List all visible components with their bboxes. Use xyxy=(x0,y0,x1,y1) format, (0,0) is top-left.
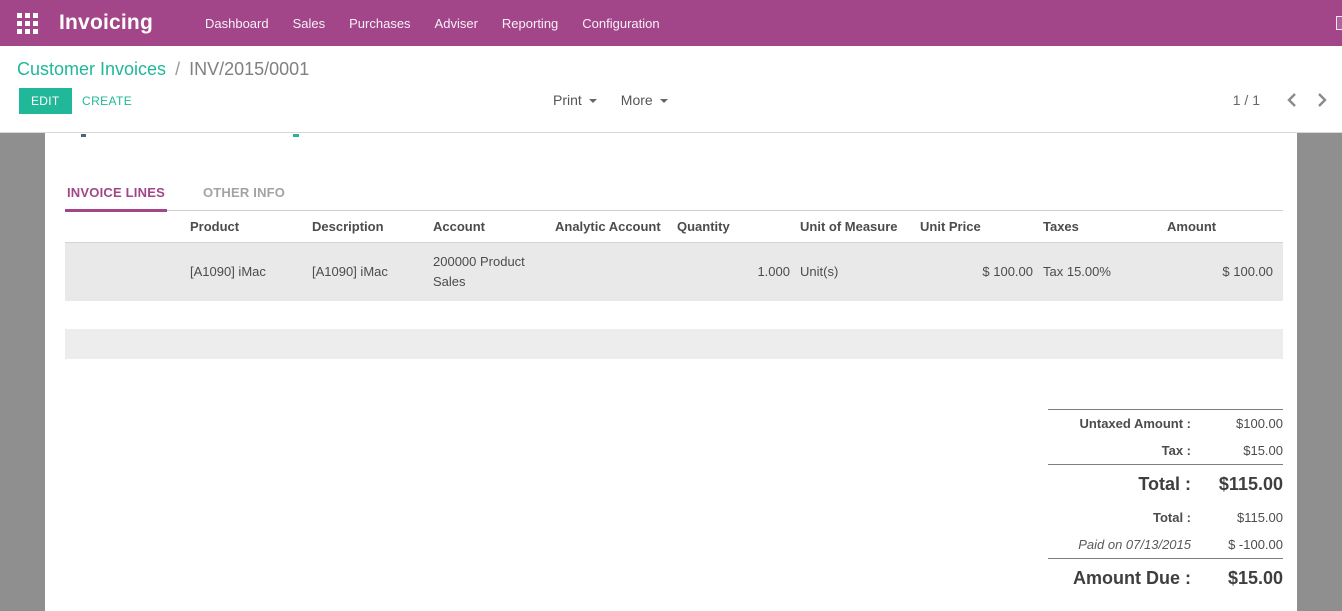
top-navbar: Invoicing Dashboard Sales Purchases Advi… xyxy=(0,0,1342,46)
column-amount: Amount xyxy=(1167,211,1283,243)
menu-reporting[interactable]: Reporting xyxy=(490,10,570,37)
amount-due-value: $15.00 xyxy=(1191,568,1283,589)
invoice-lines-table: Product Description Account Analytic Acc… xyxy=(65,211,1283,301)
column-description: Description xyxy=(312,211,433,243)
invoice-form-sheet: INVOICE LINES OTHER INFO Product Descrip… xyxy=(45,133,1297,611)
residual-total-label: Total : xyxy=(1153,510,1191,525)
breadcrumb-parent-link[interactable]: Customer Invoices xyxy=(17,59,166,79)
column-analytic-account: Analytic Account xyxy=(555,211,677,243)
column-unit-of-measure: Unit of Measure xyxy=(800,211,920,243)
menu-sales[interactable]: Sales xyxy=(281,10,338,37)
more-label: More xyxy=(621,92,653,108)
column-account: Account xyxy=(433,211,555,243)
payment-value: $ -100.00 xyxy=(1191,537,1283,552)
residual-total-value: $115.00 xyxy=(1191,510,1283,525)
amount-due-label: Amount Due : xyxy=(1073,568,1191,589)
breadcrumb-separator: / xyxy=(171,59,184,79)
pager-count: 1 / 1 xyxy=(1233,92,1260,108)
edit-button[interactable]: EDIT xyxy=(19,88,72,114)
pager: 1 / 1 xyxy=(1233,92,1328,108)
cell-taxes: Tax 15.00% xyxy=(1043,243,1167,302)
pager-next-icon[interactable] xyxy=(1317,92,1328,108)
amount-due-row: Amount Due : $15.00 xyxy=(1048,559,1283,598)
cell-amount: $ 100.00 xyxy=(1167,243,1283,302)
messages-icon[interactable] xyxy=(1336,16,1342,30)
cell-product: [A1090] iMac xyxy=(190,243,312,302)
residual-total-row: Total : $115.00 xyxy=(1048,504,1283,531)
pager-previous-icon[interactable] xyxy=(1286,92,1297,108)
cell-quantity: 1.000 xyxy=(677,243,800,302)
untaxed-amount-row: Untaxed Amount : $100.00 xyxy=(1048,410,1283,437)
caret-down-icon xyxy=(589,99,597,103)
menu-configuration[interactable]: Configuration xyxy=(570,10,671,37)
untaxed-amount-value: $100.00 xyxy=(1191,416,1283,431)
cell-account: 200000 Product Sales xyxy=(433,243,555,302)
control-panel: Customer Invoices / INV/2015/0001 EDIT C… xyxy=(0,46,1342,133)
tab-invoice-lines[interactable]: INVOICE LINES xyxy=(65,185,167,212)
column-taxes: Taxes xyxy=(1043,211,1167,243)
create-button[interactable]: CREATE xyxy=(82,94,132,108)
print-label: Print xyxy=(553,92,582,108)
clipped-field-fragment xyxy=(293,134,299,137)
cell-handle xyxy=(65,243,190,302)
cell-analytic-account xyxy=(555,243,677,302)
menu-dashboard[interactable]: Dashboard xyxy=(193,10,281,37)
tax-row: Tax : $15.00 xyxy=(1048,437,1283,464)
main-menu: Dashboard Sales Purchases Adviser Report… xyxy=(193,10,672,37)
caret-down-icon xyxy=(660,99,668,103)
notebook-tabs: INVOICE LINES OTHER INFO xyxy=(65,185,1283,211)
tax-value: $15.00 xyxy=(1191,443,1283,458)
payment-row: Paid on 07/13/2015 $ -100.00 xyxy=(1048,531,1283,558)
invoice-line-row[interactable]: [A1090] iMac [A1090] iMac 200000 Product… xyxy=(65,243,1283,302)
payment-info-label[interactable]: Paid on 07/13/2015 xyxy=(1078,537,1191,552)
app-title: Invoicing xyxy=(59,11,153,35)
untaxed-amount-label: Untaxed Amount : xyxy=(1080,416,1191,431)
cell-unit-price: $ 100.00 xyxy=(920,243,1043,302)
table-header-row: Product Description Account Analytic Acc… xyxy=(65,211,1283,243)
column-handle xyxy=(65,211,190,243)
empty-list-placeholder xyxy=(65,329,1283,359)
total-value: $115.00 xyxy=(1191,474,1283,495)
column-quantity: Quantity xyxy=(677,211,800,243)
breadcrumb-current: INV/2015/0001 xyxy=(189,59,309,79)
column-product: Product xyxy=(190,211,312,243)
menu-purchases[interactable]: Purchases xyxy=(337,10,422,37)
more-dropdown[interactable]: More xyxy=(621,92,668,108)
content-area: INVOICE LINES OTHER INFO Product Descrip… xyxy=(0,133,1342,611)
total-row: Total : $115.00 xyxy=(1048,465,1283,504)
breadcrumb: Customer Invoices / INV/2015/0001 xyxy=(0,46,1342,80)
cell-description: [A1090] iMac xyxy=(312,243,433,302)
menu-adviser[interactable]: Adviser xyxy=(423,10,490,37)
button-row: EDIT CREATE Print More 1 / 1 xyxy=(0,80,1342,126)
total-label: Total : xyxy=(1138,474,1191,495)
clipped-field-fragment xyxy=(81,134,86,137)
column-unit-price: Unit Price xyxy=(920,211,1043,243)
cell-unit-of-measure: Unit(s) xyxy=(800,243,920,302)
tab-other-info[interactable]: OTHER INFO xyxy=(201,185,287,210)
apps-grid-icon[interactable] xyxy=(17,13,38,34)
totals-panel: Untaxed Amount : $100.00 Tax : $15.00 To… xyxy=(1048,409,1283,598)
tax-label: Tax : xyxy=(1162,443,1191,458)
print-dropdown[interactable]: Print xyxy=(553,92,597,108)
